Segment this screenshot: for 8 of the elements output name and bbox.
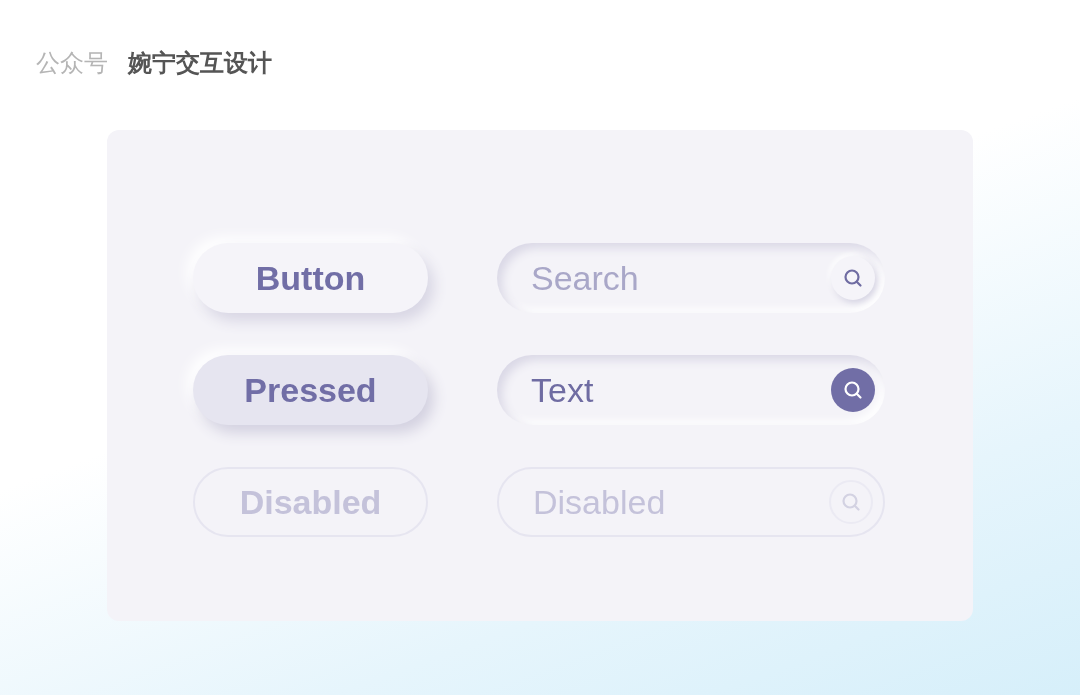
search-field[interactable]: Text <box>497 355 885 425</box>
search-field[interactable]: Search <box>497 243 885 313</box>
header-title: 婉宁交互设计 <box>128 48 272 79</box>
button[interactable]: Pressed <box>193 355 428 425</box>
search-icon[interactable] <box>831 256 875 300</box>
button[interactable]: Button <box>193 243 428 313</box>
search-icon[interactable] <box>831 368 875 412</box>
header-label: 公众号 <box>36 48 108 79</box>
